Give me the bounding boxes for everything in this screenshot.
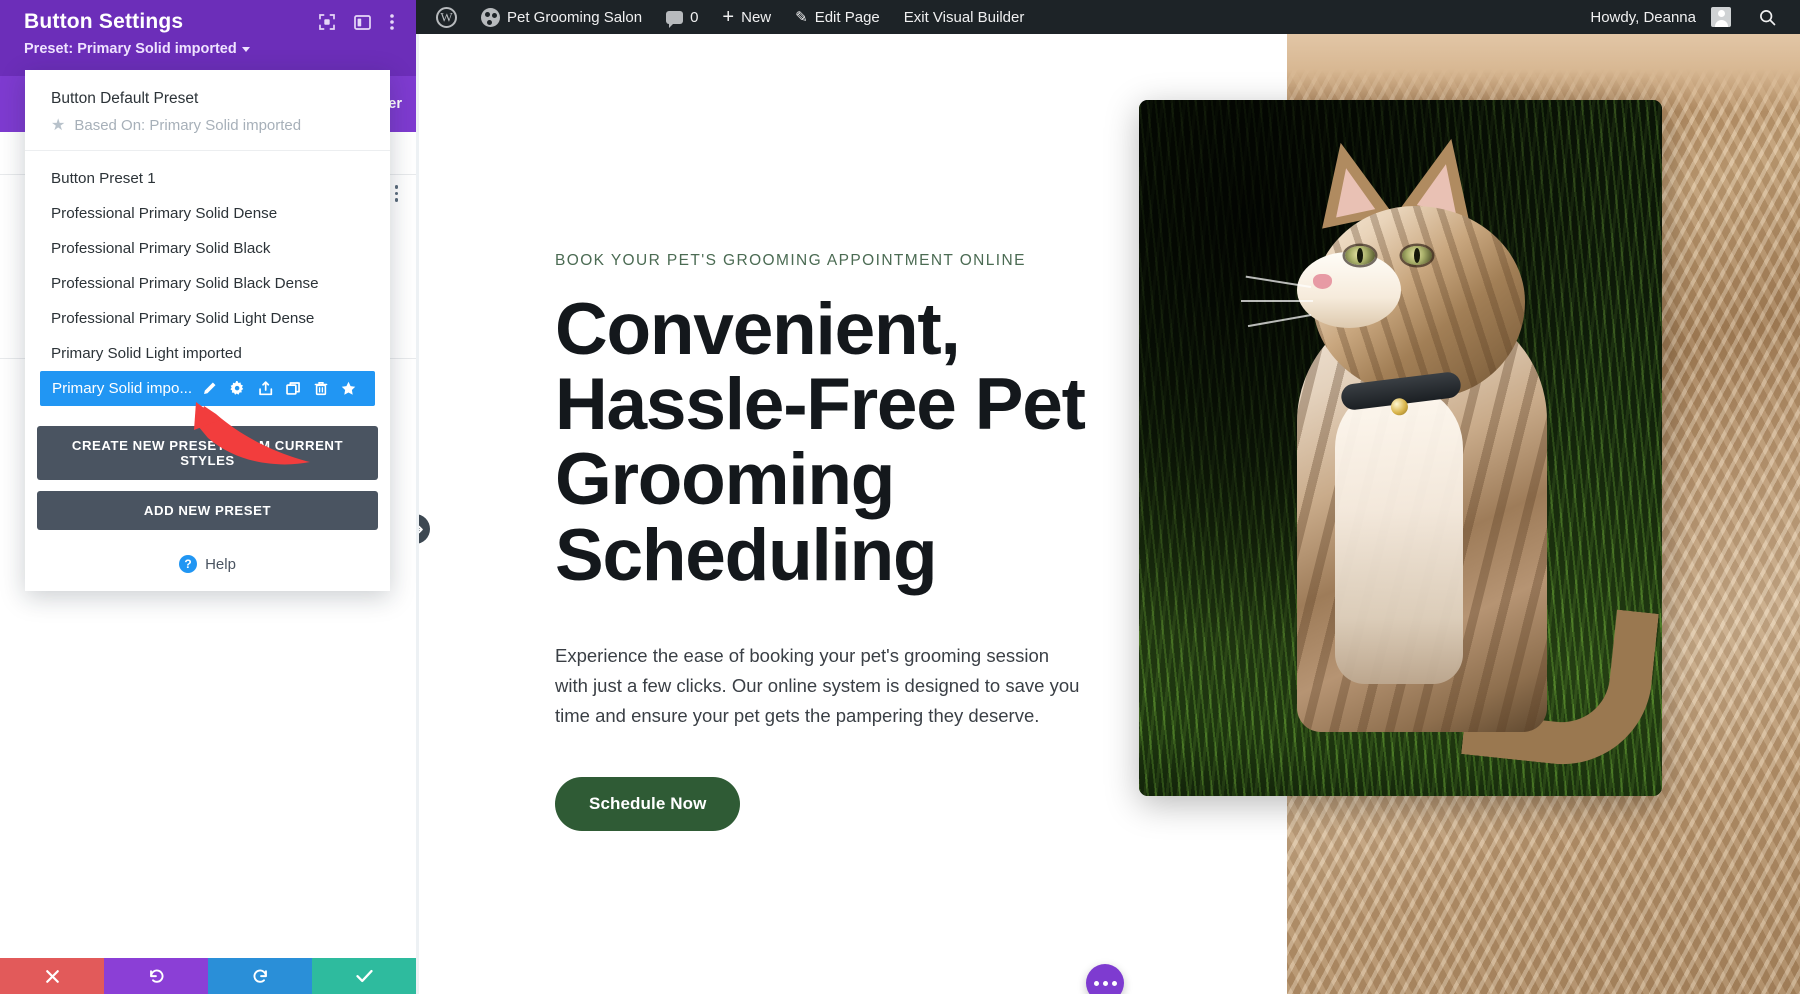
site-name-menu[interactable]: Pet Grooming Salon — [469, 0, 654, 34]
panel-tab-label: er — [388, 96, 402, 112]
layout-panel-icon[interactable] — [354, 14, 371, 30]
schedule-now-button[interactable]: Schedule Now — [555, 776, 741, 831]
add-new-preset-button[interactable]: ADD NEW PRESET — [37, 491, 378, 530]
my-account-menu[interactable]: Howdy, Deanna — [1578, 0, 1743, 34]
preset-dropdown: Button Default Preset ★ Based On: Primar… — [25, 70, 390, 591]
based-on-label: Based On: Primary Solid imported — [74, 117, 302, 134]
cat-whisker — [1241, 300, 1313, 302]
default-preset-section[interactable]: Button Default Preset ★ Based On: Primar… — [25, 70, 390, 151]
preset-item-selected[interactable]: Primary Solid impo... — [40, 371, 375, 406]
new-label: New — [741, 8, 772, 26]
fab-dot — [1111, 980, 1117, 986]
search-button[interactable] — [1743, 9, 1790, 26]
fab-dot — [1102, 980, 1108, 986]
exit-visual-builder-label: Exit Visual Builder — [903, 8, 1025, 26]
preset-item[interactable]: Button Preset 1 — [25, 161, 390, 196]
selected-preset-label: Primary Solid impo... — [52, 380, 193, 397]
preset-action-icons — [202, 381, 363, 396]
comments-menu[interactable]: 0 — [654, 0, 710, 34]
chevron-down-icon — [241, 46, 250, 52]
help-label: Help — [205, 555, 236, 573]
help-icon: ? — [179, 555, 198, 573]
help-link[interactable]: ? Help — [25, 541, 390, 583]
redo-icon — [253, 969, 267, 983]
preset-item[interactable]: Professional Primary Solid Light Dense — [25, 301, 390, 336]
fab-dot — [1093, 980, 1099, 986]
panel-action-bar — [0, 958, 416, 994]
cat-chest — [1335, 384, 1463, 684]
edit-page-label: Edit Page — [814, 8, 880, 26]
panel-edge-divider — [416, 34, 419, 994]
builder-menu-fab[interactable] — [1086, 964, 1124, 994]
cat-muzzle — [1297, 252, 1401, 328]
exit-visual-builder-button[interactable]: Exit Visual Builder — [892, 0, 1037, 34]
close-icon — [45, 969, 59, 983]
focus-target-icon[interactable] — [319, 14, 335, 30]
hero-cat-image — [1139, 100, 1662, 796]
star-icon[interactable] — [341, 381, 356, 396]
page-title: Convenient, Hassle-Free Pet Grooming Sch… — [555, 289, 1086, 596]
new-content-menu[interactable]: + New — [710, 0, 783, 34]
redo-button[interactable] — [208, 958, 312, 994]
preset-dropdown-buttons: CREATE NEW PRESET FROM CURRENT STYLES AD… — [25, 410, 390, 530]
preset-item[interactable]: Professional Primary Solid Black — [25, 231, 390, 266]
trash-icon[interactable] — [314, 381, 328, 396]
create-new-preset-button[interactable]: CREATE NEW PRESET FROM CURRENT STYLES — [37, 426, 378, 480]
cat-eye-left — [1345, 246, 1375, 265]
undo-icon — [149, 969, 163, 983]
edit-page-menu[interactable]: ✎ Edit Page — [783, 0, 892, 34]
preset-list: Button Preset 1 Professional Primary Sol… — [25, 151, 390, 410]
button-settings-panel: er Button Settings Preset: Primary Solid… — [0, 0, 416, 994]
undo-button[interactable] — [104, 958, 208, 994]
wordpress-logo-menu[interactable] — [424, 0, 469, 34]
edit-pencil-icon[interactable] — [202, 381, 217, 396]
cat-illustration — [1239, 131, 1659, 774]
panel-title: Button Settings — [24, 10, 184, 33]
site-name-label: Pet Grooming Salon — [507, 8, 643, 26]
dashboard-icon — [481, 7, 500, 27]
plus-icon: + — [722, 6, 735, 28]
duplicate-icon[interactable] — [286, 381, 301, 396]
save-button[interactable] — [312, 958, 416, 994]
preset-item[interactable]: Professional Primary Solid Black Dense — [25, 266, 390, 301]
panel-header: Button Settings Preset: Primary Solid im… — [0, 0, 416, 76]
default-preset-title: Button Default Preset — [51, 90, 199, 107]
preset-selector-label: Preset: Primary Solid imported — [24, 41, 237, 57]
hero-paragraph: Experience the ease of booking your pet'… — [555, 644, 1080, 726]
search-icon — [1760, 9, 1776, 25]
pencil-icon: ✎ — [795, 9, 808, 26]
preset-item[interactable]: Primary Solid Light imported — [25, 336, 390, 371]
vertical-dots-icon[interactable] — [390, 14, 394, 30]
preset-item[interactable]: Professional Primary Solid Dense — [25, 196, 390, 231]
comment-bubble-icon — [666, 10, 684, 28]
avatar — [1711, 7, 1731, 27]
comment-count: 0 — [690, 8, 699, 26]
admin-bar-right-group: Howdy, Deanna — [1578, 0, 1800, 34]
cat-eye-right — [1402, 246, 1432, 265]
star-icon: ★ — [51, 116, 66, 134]
howdy-label: Howdy, Deanna — [1590, 8, 1696, 26]
default-preset-based-on: ★ Based On: Primary Solid imported — [51, 117, 364, 134]
export-icon[interactable] — [258, 381, 273, 396]
hero-text-block: BOOK YOUR PET'S GROOMING APPOINTMENT ONL… — [555, 252, 1115, 831]
gear-icon[interactable] — [230, 381, 245, 396]
check-icon — [355, 969, 373, 983]
cat-nose — [1313, 274, 1332, 289]
wordpress-logo-icon — [436, 6, 457, 28]
panel-header-icons — [319, 14, 400, 30]
preset-selector[interactable]: Preset: Primary Solid imported — [24, 41, 400, 57]
panel-header-row: Button Settings — [24, 10, 400, 34]
cat-whisker — [1247, 314, 1312, 327]
discard-button[interactable] — [0, 958, 104, 994]
hero-eyebrow: BOOK YOUR PET'S GROOMING APPOINTMENT ONL… — [555, 252, 1026, 269]
row-options-icon[interactable] — [394, 185, 398, 202]
